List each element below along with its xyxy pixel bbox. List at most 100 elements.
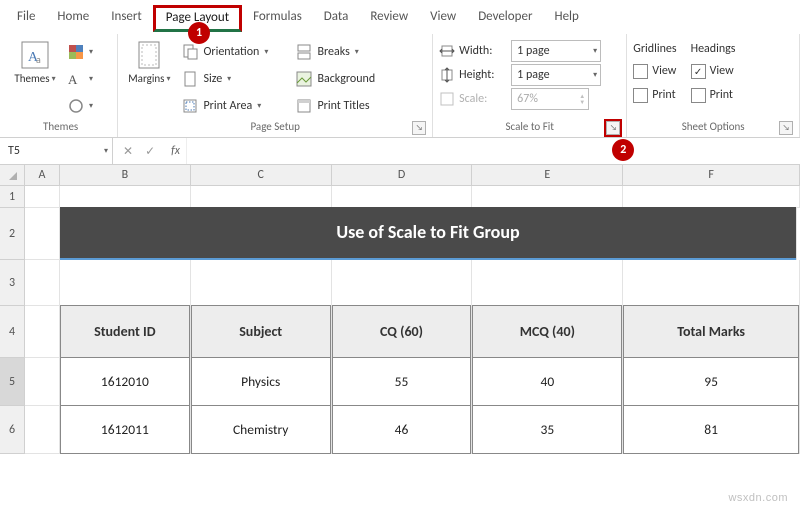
cell[interactable] xyxy=(25,208,60,260)
size-button[interactable]: Size▾ xyxy=(178,67,288,91)
cell[interactable] xyxy=(623,260,800,306)
row-header-1[interactable]: 1 xyxy=(0,186,25,208)
cell[interactable] xyxy=(472,260,623,306)
title-cell[interactable]: Use of Scale to Fit Group xyxy=(60,208,797,260)
row-header-3[interactable]: 3 xyxy=(0,260,25,306)
table-data-cell[interactable]: 46 xyxy=(332,406,473,454)
table-data-cell[interactable]: 35 xyxy=(472,406,623,454)
cell[interactable] xyxy=(472,186,623,208)
group-title-themes: Themes xyxy=(10,118,111,136)
table-header-cell[interactable]: Total Marks xyxy=(623,306,800,358)
print-titles-icon xyxy=(296,98,312,114)
print-area-button[interactable]: Print Area▾ xyxy=(178,94,288,118)
table-data-cell[interactable]: 1612010 xyxy=(60,358,191,406)
margins-label: Margins xyxy=(128,72,164,85)
tab-data[interactable]: Data xyxy=(313,5,360,32)
cell[interactable] xyxy=(623,186,800,208)
tab-file[interactable]: File xyxy=(6,5,46,32)
row-header-4[interactable]: 4 xyxy=(0,306,25,358)
cell[interactable] xyxy=(60,260,191,306)
select-all-corner[interactable] xyxy=(0,165,25,186)
cell[interactable] xyxy=(25,406,60,454)
col-header-c[interactable]: C xyxy=(191,165,332,186)
formula-input[interactable] xyxy=(186,138,800,164)
print-titles-button[interactable]: Print Titles xyxy=(292,94,402,118)
headings-view-checkbox[interactable]: ✓View xyxy=(691,60,736,82)
margins-button[interactable]: Margins▾ xyxy=(124,38,174,87)
cell[interactable] xyxy=(25,186,60,208)
width-icon xyxy=(439,43,455,59)
col-header-a[interactable]: A xyxy=(25,165,60,186)
group-page-setup: Margins▾ Orientation ▾ Size▾ Print Area▾ xyxy=(118,34,433,137)
sheet-options-launcher[interactable]: ↘ xyxy=(779,121,793,135)
fx-icon[interactable]: fx xyxy=(165,144,186,158)
table-data-cell[interactable]: 55 xyxy=(332,358,473,406)
tab-review[interactable]: Review xyxy=(359,5,419,32)
checkbox-icon xyxy=(691,88,706,103)
table-data-cell[interactable]: 40 xyxy=(472,358,623,406)
cell[interactable] xyxy=(60,186,191,208)
page-setup-launcher[interactable]: ↘ xyxy=(412,121,426,135)
headings-print-checkbox[interactable]: Print xyxy=(691,84,736,106)
table-data-cell[interactable]: 95 xyxy=(623,358,800,406)
cell[interactable] xyxy=(25,358,60,406)
tab-help[interactable]: Help xyxy=(543,5,589,32)
tab-view[interactable]: View xyxy=(419,5,467,32)
background-label: Background xyxy=(317,72,375,86)
name-box[interactable]: T5 ▾ xyxy=(0,138,113,164)
table-data-cell[interactable]: 1612011 xyxy=(60,406,191,454)
table-data-cell[interactable]: 81 xyxy=(623,406,800,454)
colors-button[interactable]: ▾ xyxy=(64,40,97,64)
chevron-down-icon: ▾ xyxy=(104,146,108,156)
breaks-icon xyxy=(296,44,312,60)
checkbox-icon xyxy=(633,88,648,103)
cell[interactable] xyxy=(191,186,332,208)
gridlines-print-checkbox[interactable]: Print xyxy=(633,84,676,106)
orientation-label: Orientation xyxy=(203,45,259,59)
chevron-down-icon: ▾ xyxy=(593,70,597,80)
col-header-e[interactable]: E xyxy=(472,165,623,186)
checkbox-icon xyxy=(633,64,648,79)
effects-button[interactable]: ▾ xyxy=(64,94,97,118)
tab-developer[interactable]: Developer xyxy=(467,5,543,32)
watermark: wsxdn.com xyxy=(728,492,788,504)
margins-icon xyxy=(134,40,164,70)
fonts-button[interactable]: A ▾ xyxy=(64,67,97,91)
orientation-button[interactable]: Orientation ▾ xyxy=(178,40,288,64)
table-data-cell[interactable]: Chemistry xyxy=(191,406,332,454)
orientation-icon xyxy=(182,44,198,60)
table-header-cell[interactable]: CQ (60) xyxy=(332,306,473,358)
group-title-scale-to-fit: Scale to Fit xyxy=(505,120,554,133)
tab-insert[interactable]: Insert xyxy=(100,5,153,32)
table-header-cell[interactable]: MCQ (40) xyxy=(472,306,623,358)
group-title-sheet-options: Sheet Options xyxy=(682,120,745,133)
col-header-d[interactable]: D xyxy=(332,165,473,186)
cell[interactable] xyxy=(25,306,60,358)
height-combo[interactable]: 1 page▾ xyxy=(511,64,601,86)
width-combo[interactable]: 1 page▾ xyxy=(511,40,601,62)
cell[interactable] xyxy=(191,260,332,306)
background-button[interactable]: Background xyxy=(292,67,402,91)
print-area-label: Print Area xyxy=(203,99,252,113)
cell[interactable] xyxy=(25,260,60,306)
table-data-cell[interactable]: Physics xyxy=(191,358,332,406)
tab-home[interactable]: Home xyxy=(46,5,100,32)
themes-button[interactable]: Aa Themes▾ xyxy=(10,38,60,87)
row-header-6[interactable]: 6 xyxy=(0,406,25,454)
gridlines-view-checkbox[interactable]: View xyxy=(633,60,676,82)
scale-to-fit-launcher[interactable]: ↘ xyxy=(606,121,620,135)
col-header-f[interactable]: F xyxy=(623,165,800,186)
cell[interactable] xyxy=(332,260,473,306)
col-header-b[interactable]: B xyxy=(60,165,191,186)
chevron-down-icon: ▾ xyxy=(264,47,268,57)
row-header-5[interactable]: 5 xyxy=(0,358,25,406)
row-header-2[interactable]: 2 xyxy=(0,208,25,260)
height-label: Height: xyxy=(459,68,507,82)
tab-formulas[interactable]: Formulas xyxy=(242,5,313,32)
group-scale-to-fit: Width: 1 page▾ Height: 1 page▾ Scale: 67… xyxy=(433,34,627,137)
table-header-cell[interactable]: Subject xyxy=(191,306,332,358)
cell[interactable] xyxy=(332,186,473,208)
breaks-button[interactable]: Breaks▾ xyxy=(292,40,402,64)
print-titles-label: Print Titles xyxy=(317,99,369,113)
table-header-cell[interactable]: Student ID xyxy=(60,306,191,358)
